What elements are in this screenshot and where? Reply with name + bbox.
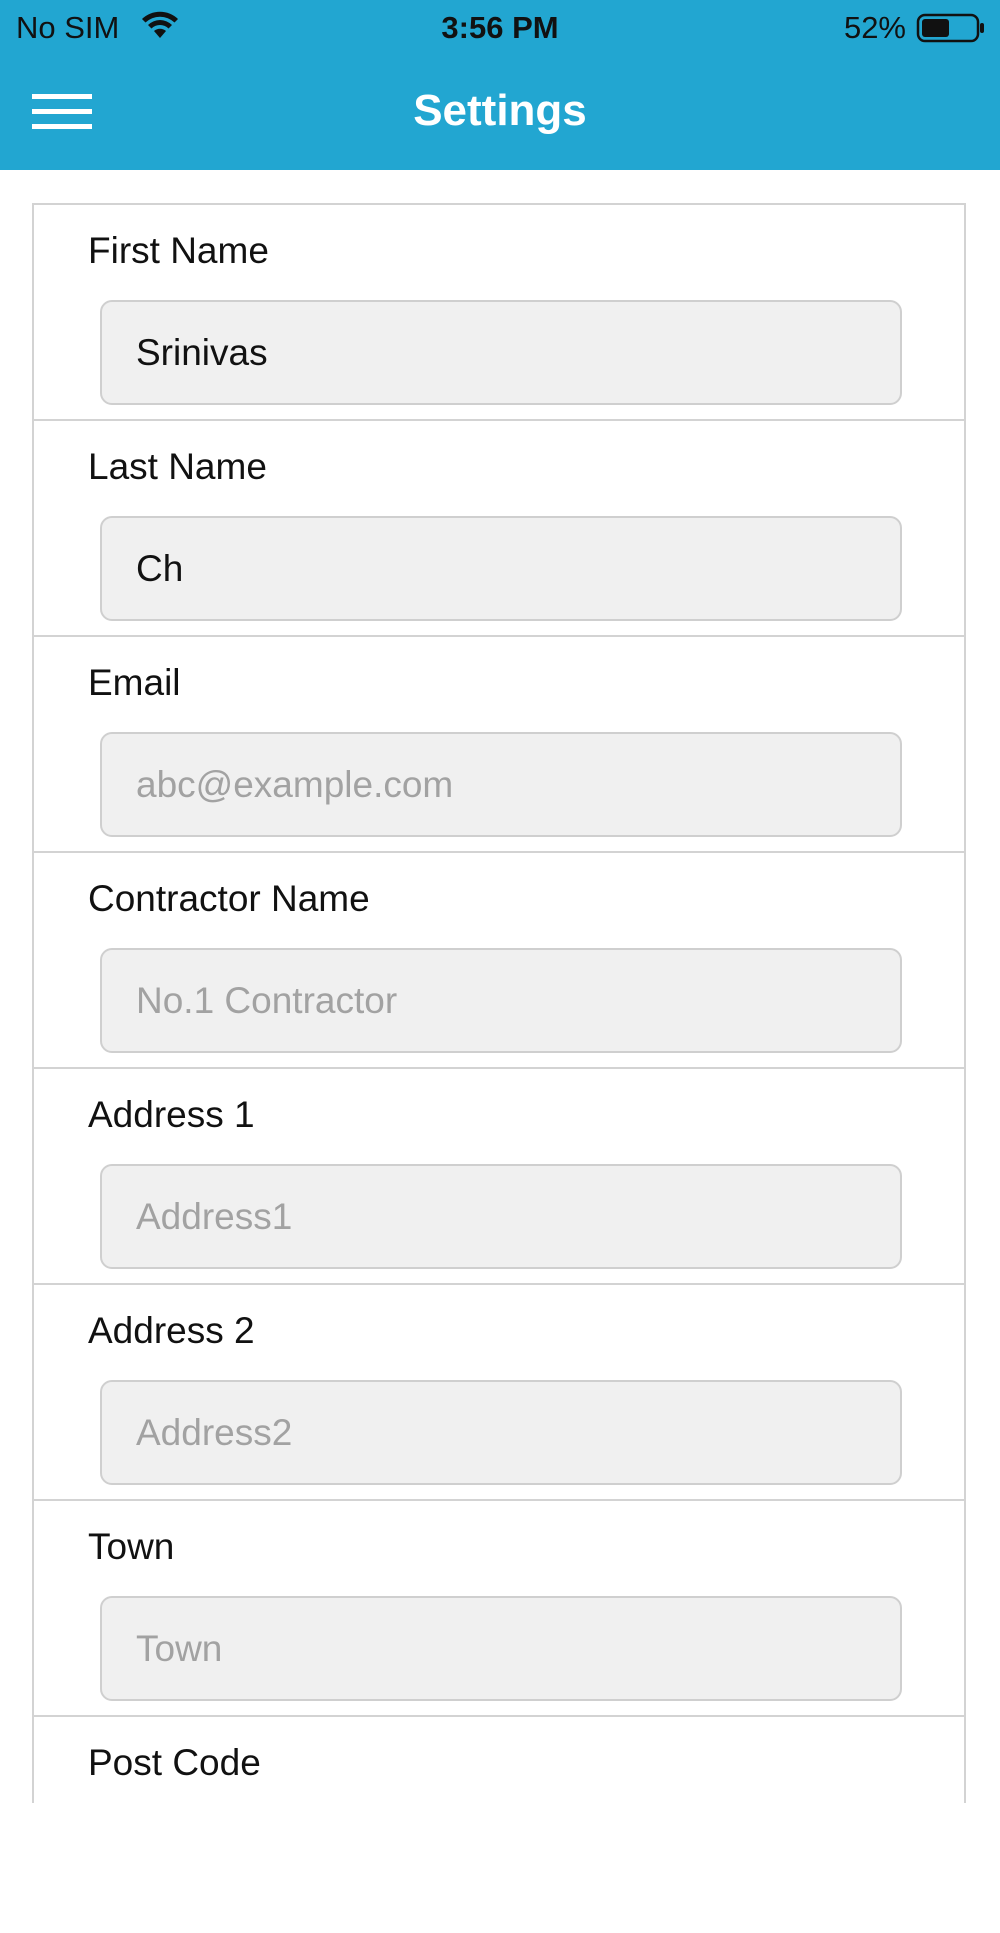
post-code-label: Post Code	[88, 1742, 261, 1783]
first-name-label: First Name	[88, 230, 269, 271]
navigation-header: Settings	[0, 56, 1000, 170]
last-name-input[interactable]	[100, 516, 902, 621]
settings-form: First Name Last Name Email Contractor Na…	[32, 203, 966, 1803]
field-row-first-name: First Name	[34, 205, 964, 421]
field-row-contractor-name: Contractor Name	[34, 853, 964, 1069]
battery-percentage: 52%	[843, 10, 906, 45]
first-name-input[interactable]	[100, 300, 902, 405]
email-label: Email	[88, 662, 181, 703]
address-1-input[interactable]	[100, 1164, 902, 1269]
status-bar: No SIM 3:56 PM 52%	[0, 0, 1000, 56]
field-row-address-2: Address 2	[34, 1285, 964, 1501]
field-row-town: Town	[34, 1501, 964, 1717]
battery-icon	[916, 13, 984, 43]
last-name-label: Last Name	[88, 446, 267, 487]
app-top-bar: No SIM 3:56 PM 52% Settings	[0, 0, 1000, 170]
email-input[interactable]	[100, 732, 902, 837]
field-row-address-1: Address 1	[34, 1069, 964, 1285]
field-row-last-name: Last Name	[34, 421, 964, 637]
address-2-label: Address 2	[88, 1310, 255, 1351]
contractor-name-input[interactable]	[100, 948, 902, 1053]
field-row-email: Email	[34, 637, 964, 853]
contractor-name-label: Contractor Name	[88, 878, 370, 919]
address-2-input[interactable]	[100, 1380, 902, 1485]
address-1-label: Address 1	[88, 1094, 255, 1135]
town-label: Town	[88, 1526, 175, 1567]
town-input[interactable]	[100, 1596, 902, 1701]
field-row-post-code: Post Code	[34, 1717, 964, 1933]
page-title: Settings	[413, 86, 587, 135]
